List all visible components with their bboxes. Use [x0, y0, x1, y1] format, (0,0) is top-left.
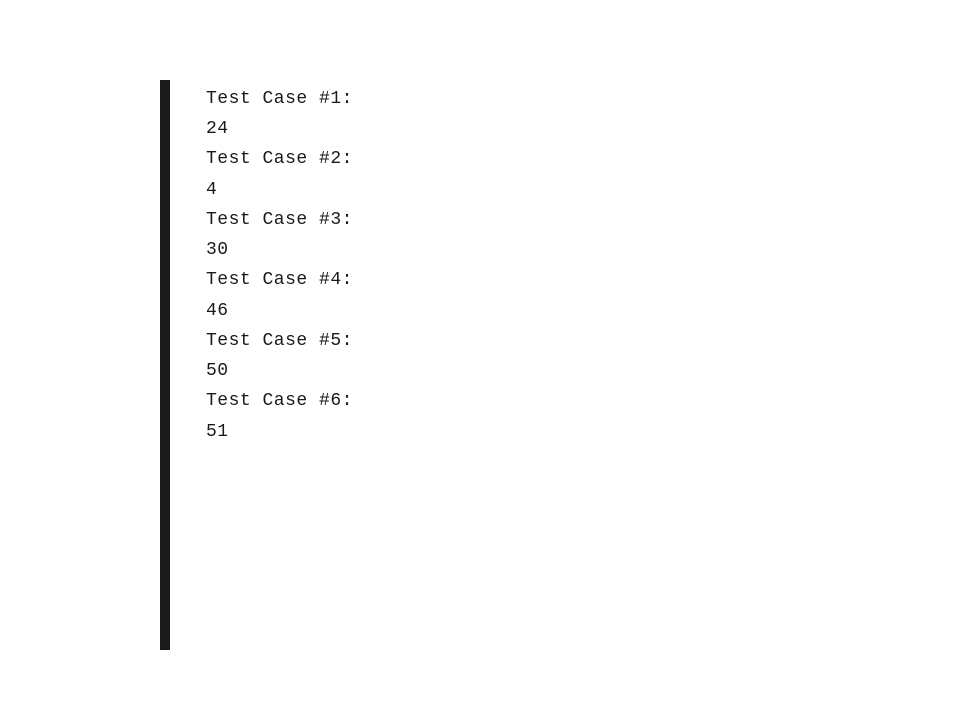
- test-case-label: Test Case #5:: [206, 326, 353, 356]
- gutter-bar: [160, 80, 170, 650]
- test-case-value: 24: [206, 114, 353, 144]
- test-case-value: 50: [206, 356, 353, 386]
- test-case-label: Test Case #6:: [206, 386, 353, 416]
- output-panel: Test Case #1: 24 Test Case #2: 4 Test Ca…: [160, 80, 560, 650]
- test-case-value: 46: [206, 296, 353, 326]
- output-content: Test Case #1: 24 Test Case #2: 4 Test Ca…: [170, 80, 353, 650]
- test-case-label: Test Case #4:: [206, 265, 353, 295]
- test-case-value: 4: [206, 175, 353, 205]
- test-case-value: 30: [206, 235, 353, 265]
- test-case-value: 51: [206, 417, 353, 447]
- test-case-label: Test Case #3:: [206, 205, 353, 235]
- test-case-label: Test Case #2:: [206, 144, 353, 174]
- test-case-label: Test Case #1:: [206, 84, 353, 114]
